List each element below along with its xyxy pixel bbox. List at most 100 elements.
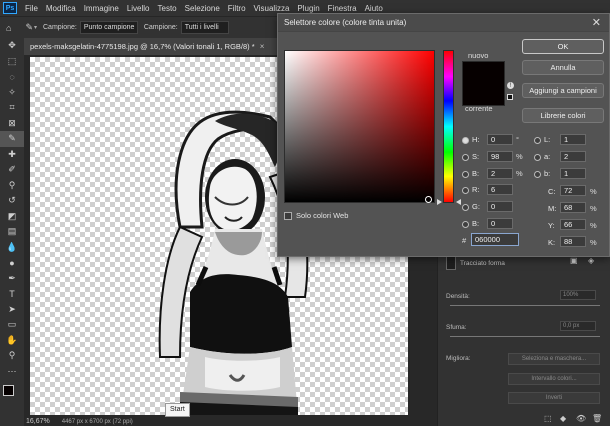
hue-slider[interactable] — [443, 50, 454, 203]
lab-b-input[interactable]: 1 — [560, 168, 586, 179]
magenta-input[interactable]: 68 — [560, 202, 586, 213]
current-color-swatch[interactable] — [462, 84, 505, 106]
clone-stamp-tool-icon[interactable]: ⚲ — [0, 178, 24, 194]
menu-finestra[interactable]: Finestra — [324, 4, 361, 13]
black-unit: % — [590, 238, 597, 247]
close-icon[interactable]: ✕ — [592, 16, 601, 29]
color-field-marker[interactable] — [425, 196, 432, 203]
color-range-button[interactable]: Intervallo colori... — [508, 373, 600, 385]
green-radio[interactable] — [462, 204, 469, 211]
apply-mask-icon[interactable]: ◆ — [560, 414, 566, 423]
blue-radio[interactable] — [462, 221, 469, 228]
web-safe-icon[interactable] — [507, 94, 513, 100]
sample-layers-select[interactable]: Tutti i livelli — [180, 21, 229, 34]
history-brush-tool-icon[interactable]: ↺ — [0, 193, 24, 209]
menu-immagine[interactable]: Immagine — [80, 4, 123, 13]
home-icon[interactable]: ⌂ — [6, 23, 11, 33]
saturation-input[interactable]: 98 — [487, 151, 513, 162]
select-and-mask-button[interactable]: Seleziona e maschera... — [508, 353, 600, 365]
pen-tool-icon[interactable]: ✒ — [0, 271, 24, 287]
type-tool-icon[interactable]: T — [0, 286, 24, 302]
dialog-titlebar[interactable]: Selettore colore (colore tinta unita) ✕ — [278, 14, 609, 32]
color-picker-dialog: Selettore colore (colore tinta unita) ✕ … — [277, 13, 610, 257]
dodge-tool-icon[interactable]: ● — [0, 255, 24, 271]
chevron-down-icon[interactable]: ▾ — [34, 24, 37, 31]
load-selection-icon[interactable]: ⬚ — [544, 414, 552, 423]
hue-slider-handle-right[interactable] — [456, 199, 461, 205]
menu-file[interactable]: File — [21, 4, 42, 13]
marquee-tool-icon[interactable]: ⬚ — [0, 54, 24, 70]
menu-aiuto[interactable]: Aiuto — [361, 4, 387, 13]
frame-tool-icon[interactable]: ⊠ — [0, 116, 24, 132]
document-info[interactable]: 4467 px x 6700 px (72 ppi) — [62, 419, 133, 425]
menu-testo[interactable]: Testo — [154, 4, 181, 13]
foreground-color-swatch[interactable] — [3, 385, 14, 396]
crop-tool-icon[interactable]: ⌗ — [0, 100, 24, 116]
zoom-tool-icon[interactable]: ⚲ — [0, 348, 24, 364]
feather-field[interactable]: 0,0 px — [560, 321, 596, 331]
invert-button[interactable]: Inverti — [508, 392, 600, 404]
eyedropper-tool-icon[interactable]: ✎ — [0, 131, 24, 147]
hue-input[interactable]: 0 — [487, 134, 513, 145]
web-colors-only-option[interactable]: Solo colori Web — [284, 211, 348, 220]
density-slider[interactable] — [450, 305, 600, 306]
color-libraries-button[interactable]: Librerie colori — [522, 108, 604, 123]
eyedropper-icon[interactable]: ✎ — [25, 22, 33, 33]
more-tools-icon[interactable]: ⋯ — [0, 364, 24, 380]
lasso-tool-icon[interactable]: ◌ — [0, 69, 24, 85]
menu-livello[interactable]: Livello — [123, 4, 154, 13]
zoom-level[interactable]: 16,67% — [26, 418, 50, 425]
hue-slider-handle-left[interactable] — [437, 199, 442, 205]
cyan-unit: % — [590, 187, 597, 196]
brightness-input[interactable]: 2 — [487, 168, 513, 179]
lab-b-radio[interactable] — [534, 171, 541, 178]
path-selection-tool-icon[interactable]: ➤ — [0, 302, 24, 318]
feather-slider[interactable] — [450, 336, 600, 337]
web-colors-checkbox[interactable] — [284, 211, 292, 220]
add-to-swatches-button[interactable]: Aggiungi a campioni — [522, 83, 604, 98]
lab-l-input[interactable]: 1 — [560, 134, 586, 145]
lab-a-radio[interactable] — [534, 154, 541, 161]
sample-size-select[interactable]: Punto campione — [79, 21, 138, 34]
menu-selezione[interactable]: Selezione — [181, 4, 224, 13]
hand-tool-icon[interactable]: ✋ — [0, 333, 24, 349]
pixel-mask-icon[interactable]: ▣ — [570, 256, 578, 265]
green-input[interactable]: 0 — [487, 201, 513, 212]
lab-l-radio[interactable] — [534, 137, 541, 144]
menu-modifica[interactable]: Modifica — [42, 4, 80, 13]
saturation-radio[interactable] — [462, 154, 469, 161]
quick-select-tool-icon[interactable]: ✧ — [0, 85, 24, 101]
red-input[interactable]: 6 — [487, 184, 513, 195]
menu-filtro[interactable]: Filtro — [224, 4, 250, 13]
black-input[interactable]: 88 — [560, 236, 586, 247]
trash-icon[interactable]: 🗑 — [592, 414, 602, 423]
red-radio[interactable] — [462, 187, 469, 194]
eraser-tool-icon[interactable]: ◩ — [0, 209, 24, 225]
document-tab[interactable]: pexels-maksgelatin-4775198.jpg @ 16,7% (… — [24, 38, 278, 55]
move-tool-icon[interactable]: ✥ — [0, 38, 24, 54]
color-field[interactable] — [284, 50, 435, 203]
brightness-radio[interactable] — [462, 171, 469, 178]
visibility-icon[interactable]: 👁 — [576, 414, 586, 423]
blue-input[interactable]: 0 — [487, 218, 513, 229]
blur-tool-icon[interactable]: 💧 — [0, 240, 24, 256]
cyan-input[interactable]: 72 — [560, 185, 586, 196]
density-field[interactable]: 100% — [560, 290, 596, 300]
gradient-tool-icon[interactable]: ▤ — [0, 224, 24, 240]
color-swatches[interactable] — [0, 379, 24, 409]
sample-size-value: Punto campione — [83, 24, 135, 31]
vector-mask-icon[interactable]: ◈ — [588, 256, 594, 265]
gamut-warning-icon[interactable]: ! — [507, 82, 514, 89]
ok-button[interactable]: OK — [522, 39, 604, 54]
close-icon[interactable]: × — [260, 42, 265, 51]
yellow-input[interactable]: 66 — [560, 219, 586, 230]
healing-brush-tool-icon[interactable]: ✚ — [0, 147, 24, 163]
hex-input[interactable]: 060000 — [471, 233, 519, 246]
lab-a-input[interactable]: 2 — [560, 151, 586, 162]
cancel-button[interactable]: Annulla — [522, 60, 604, 75]
hue-radio[interactable] — [462, 137, 469, 144]
menu-visualizza[interactable]: Visualizza — [250, 4, 294, 13]
menu-plugin[interactable]: Plugin — [293, 4, 323, 13]
brush-tool-icon[interactable]: ✐ — [0, 162, 24, 178]
rectangle-tool-icon[interactable]: ▭ — [0, 317, 24, 333]
